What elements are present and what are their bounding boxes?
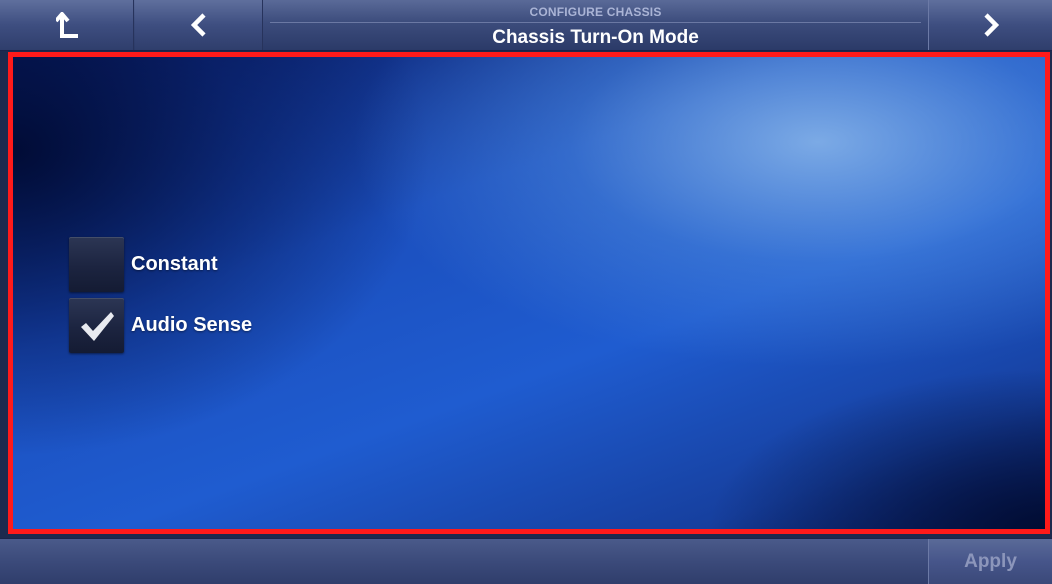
audio-sense-checkbox[interactable] xyxy=(69,298,124,353)
touch-panel-screen: CONFIGURE CHASSIS Chassis Turn-On Mode C… xyxy=(0,0,1052,584)
title-divider xyxy=(270,22,921,23)
chevron-right-icon xyxy=(983,13,999,37)
option-label-constant: Constant xyxy=(131,253,218,275)
title-area: CONFIGURE CHASSIS Chassis Turn-On Mode xyxy=(264,0,927,50)
page-title: Chassis Turn-On Mode xyxy=(492,27,699,48)
constant-checkbox[interactable] xyxy=(69,237,124,292)
option-audio-sense[interactable]: Audio Sense xyxy=(69,298,252,353)
up-level-button[interactable] xyxy=(0,0,134,50)
page-subtitle: CONFIGURE CHASSIS xyxy=(529,5,662,19)
bottom-bar: Apply xyxy=(0,538,1052,584)
checkmark-icon xyxy=(80,311,114,341)
next-button[interactable] xyxy=(928,0,1052,50)
option-label-audio-sense: Audio Sense xyxy=(131,314,253,336)
apply-button[interactable]: Apply xyxy=(928,539,1052,584)
up-level-arrow-icon xyxy=(55,12,78,38)
back-button[interactable] xyxy=(135,0,263,50)
top-navigation-bar: CONFIGURE CHASSIS Chassis Turn-On Mode xyxy=(0,0,1052,51)
main-content-panel: Constant Audio Sense xyxy=(8,52,1050,534)
option-constant[interactable]: Constant xyxy=(69,237,218,292)
chevron-left-icon xyxy=(190,13,206,37)
